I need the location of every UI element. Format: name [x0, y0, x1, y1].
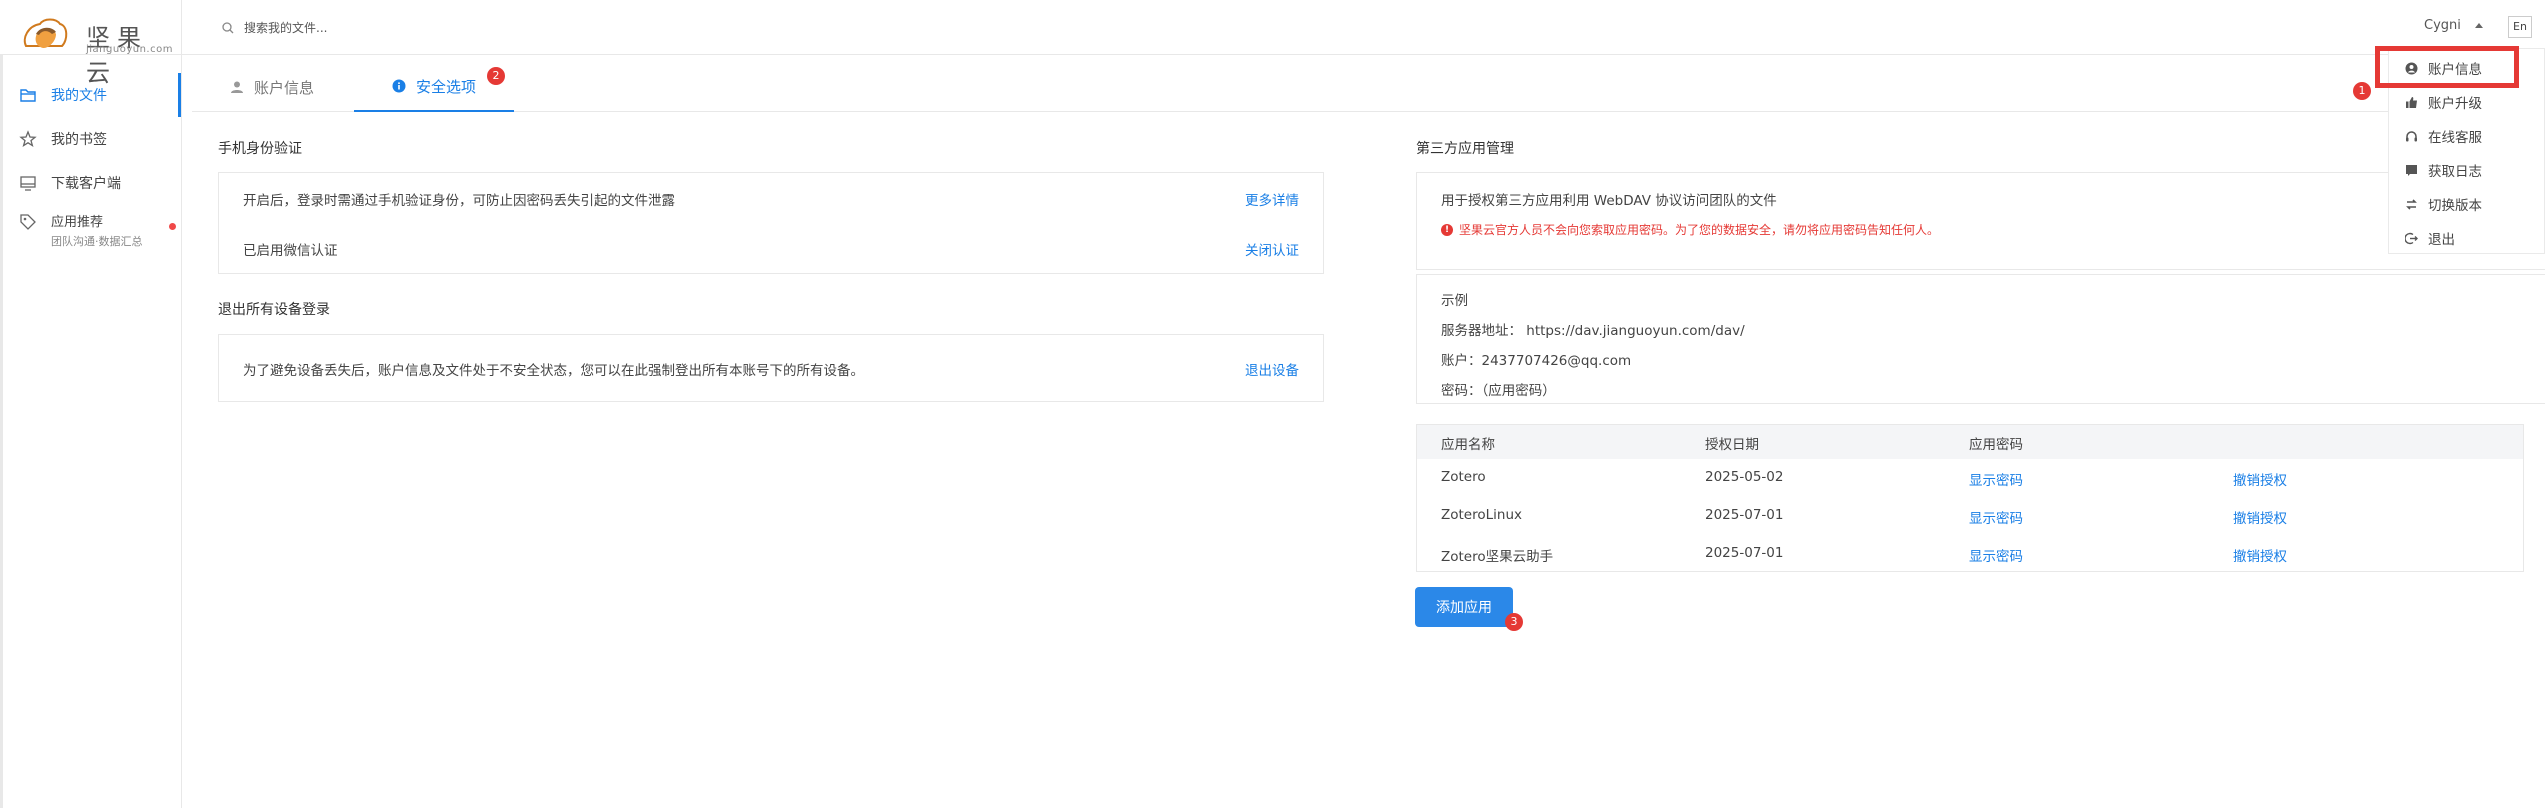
column-header-password: 应用密码: [1969, 437, 2023, 453]
show-password-link[interactable]: 显示密码: [1969, 507, 2023, 527]
top-bar: 坚果云 jianguoyun.com Cygni En: [0, 0, 2545, 87]
search-input[interactable]: [244, 21, 544, 35]
folder-icon: [20, 89, 36, 102]
third-party-desc: 用于授权第三方应用利用 WebDAV 协议访问团队的文件: [1441, 193, 1777, 209]
revoke-auth-link[interactable]: 撤销授权: [2233, 469, 2287, 489]
tab-bar: 账户信息 安全选项 2: [192, 62, 2545, 112]
show-password-link[interactable]: 显示密码: [1969, 469, 2023, 489]
menu-item-label: 退出: [2428, 232, 2455, 248]
example-title: 示例: [1441, 293, 1468, 309]
security-warning-text: 坚果云官方人员不会向您索取应用密码。为了您的数据安全，请勿将应用密码告知任何人。: [1459, 223, 1940, 237]
logout-devices-box: 为了避免设备丢失后，账户信息及文件处于不安全状态，您可以在此强制登出所有本账号下…: [218, 334, 1324, 402]
third-party-info-box: 用于授权第三方应用利用 WebDAV 协议访问团队的文件 ! 坚果云官方人员不会…: [1416, 172, 2545, 270]
phone-auth-box: 开启后，登录时需通过手机验证身份，可防止因密码丢失引起的文件泄露 更多详情 已启…: [218, 172, 1324, 274]
logout-devices-title: 退出所有设备登录: [218, 302, 330, 318]
show-password-link[interactable]: 显示密码: [1969, 545, 2023, 565]
revoke-auth-link[interactable]: 撤销授权: [2233, 545, 2287, 565]
brand-logo[interactable]: 坚果云 jianguoyun.com: [22, 12, 173, 87]
user-menu[interactable]: Cygni: [2424, 18, 2483, 33]
logout-devices-link[interactable]: 退出设备: [1245, 359, 1299, 379]
example-server: 服务器地址： https://dav.jianguoyun.com/dav/: [1441, 323, 1745, 339]
sidebar-item-label: 下载客户端: [51, 176, 121, 192]
switch-icon: [2406, 198, 2417, 210]
tag-icon: [20, 214, 36, 230]
sidebar-item-label: 我的书签: [51, 132, 107, 148]
more-details-link[interactable]: 更多详情: [1245, 189, 1299, 209]
logout-devices-row: 为了避免设备丢失后，账户信息及文件处于不安全状态，您可以在此强制登出所有本账号下…: [243, 359, 1299, 379]
warning-icon: !: [1441, 223, 1453, 236]
menu-item-label: 在线客服: [2428, 130, 2482, 146]
phone-auth-status: 已启用微信认证: [243, 243, 338, 259]
column-header-name: 应用名称: [1441, 437, 1495, 453]
log-icon: [2406, 164, 2417, 176]
phone-auth-desc: 开启后，登录时需通过手机验证身份，可防止因密码丢失引起的文件泄露: [243, 193, 675, 209]
step-badge-3: 3: [1505, 613, 1523, 631]
app-name: Zotero坚果云助手: [1441, 549, 1554, 565]
example-password: 密码：（应用密码）: [1441, 383, 1556, 399]
app-name: Zotero: [1441, 469, 1486, 485]
tab-label: 账户信息: [254, 78, 315, 97]
phone-auth-status-row: 已启用微信认证 关闭认证: [243, 239, 1299, 259]
app-date: 2025-05-02: [1705, 469, 1784, 485]
table-header: 应用名称 授权日期 应用密码: [1417, 425, 2523, 459]
headset-icon: [2406, 130, 2417, 141]
notification-dot: [169, 223, 176, 230]
security-warning: ! 坚果云官方人员不会向您索取应用密码。为了您的数据安全，请勿将应用密码告知任何…: [1441, 221, 1939, 238]
sidebar-item-label: 我的文件: [51, 88, 107, 104]
main-content: 账户信息 安全选项 2 手机身份验证 开启后，登录时需通过手机验证身份，可防止因…: [192, 62, 2545, 808]
disable-auth-link[interactable]: 关闭认证: [1245, 239, 1299, 259]
search-icon: [222, 22, 234, 34]
phone-auth-title: 手机身份验证: [218, 141, 302, 157]
menu-item-get-log[interactable]: 获取日志: [2405, 160, 2482, 180]
menu-item-label: 账户升级: [2428, 96, 2482, 112]
third-party-title: 第三方应用管理: [1416, 141, 1514, 157]
monitor-icon: [20, 176, 36, 191]
thumbs-up-icon: [2406, 96, 2417, 108]
sidebar-item-label: 应用推荐: [51, 215, 104, 230]
sidebar-item-bookmarks[interactable]: 我的书签: [3, 117, 181, 161]
example-box: 示例 服务器地址： https://dav.jianguoyun.com/dav…: [1416, 274, 2545, 404]
phone-auth-desc-row: 开启后，登录时需通过手机验证身份，可防止因密码丢失引起的文件泄露 更多详情: [243, 189, 1299, 209]
star-icon: [19, 130, 37, 148]
search-bar[interactable]: [222, 16, 544, 40]
step-badge-1: 1: [2353, 82, 2371, 100]
menu-item-switch-version[interactable]: 切换版本: [2405, 194, 2482, 214]
menu-item-upgrade[interactable]: 账户升级: [2405, 92, 2482, 112]
person-icon: [231, 81, 243, 93]
menu-item-label: 切换版本: [2428, 198, 2482, 214]
menu-item-label: 获取日志: [2428, 164, 2482, 180]
menu-item-logout[interactable]: 退出: [2405, 228, 2455, 248]
highlight-box: [2375, 46, 2519, 88]
info-icon: [392, 79, 406, 93]
language-button[interactable]: En: [2508, 16, 2532, 38]
sidebar-item-my-files[interactable]: 我的文件: [3, 73, 181, 117]
sidebar-item-download-client[interactable]: 下载客户端: [3, 161, 181, 205]
tab-label: 安全选项: [415, 77, 476, 96]
sidebar-item-sublabel: 团队沟通·数据汇总: [51, 235, 143, 248]
sidebar-divider: [181, 0, 182, 808]
column-header-date: 授权日期: [1705, 437, 1759, 453]
add-app-button[interactable]: 添加应用: [1415, 587, 1513, 627]
sidebar-item-app-recommend[interactable]: 应用推荐 团队沟通·数据汇总: [3, 205, 181, 251]
apps-table: 应用名称 授权日期 应用密码 Zotero 2025-05-02 显示密码 撤销…: [1416, 424, 2524, 572]
sidebar: 我的文件 我的书签 下载客户端 应用推荐 团队沟通·数据汇总: [3, 56, 181, 251]
user-name: Cygni: [2424, 18, 2461, 33]
example-account: 账户：2437707426@qq.com: [1441, 353, 1632, 369]
menu-item-online-service[interactable]: 在线客服: [2405, 126, 2482, 146]
step-badge-2: 2: [487, 67, 505, 85]
acorn-logo-icon: [23, 18, 68, 48]
app-date: 2025-07-01: [1705, 507, 1784, 523]
brand-domain: jianguoyun.com: [86, 44, 173, 55]
app-date: 2025-07-01: [1705, 545, 1784, 561]
tab-account-info[interactable]: 账户信息: [230, 62, 314, 112]
app-name: ZoteroLinux: [1441, 507, 1522, 523]
logout-icon: [2405, 232, 2418, 244]
revoke-auth-link[interactable]: 撤销授权: [2233, 507, 2287, 527]
caret-up-icon: [2474, 23, 2483, 28]
logout-devices-desc: 为了避免设备丢失后，账户信息及文件处于不安全状态，您可以在此强制登出所有本账号下…: [243, 363, 864, 379]
